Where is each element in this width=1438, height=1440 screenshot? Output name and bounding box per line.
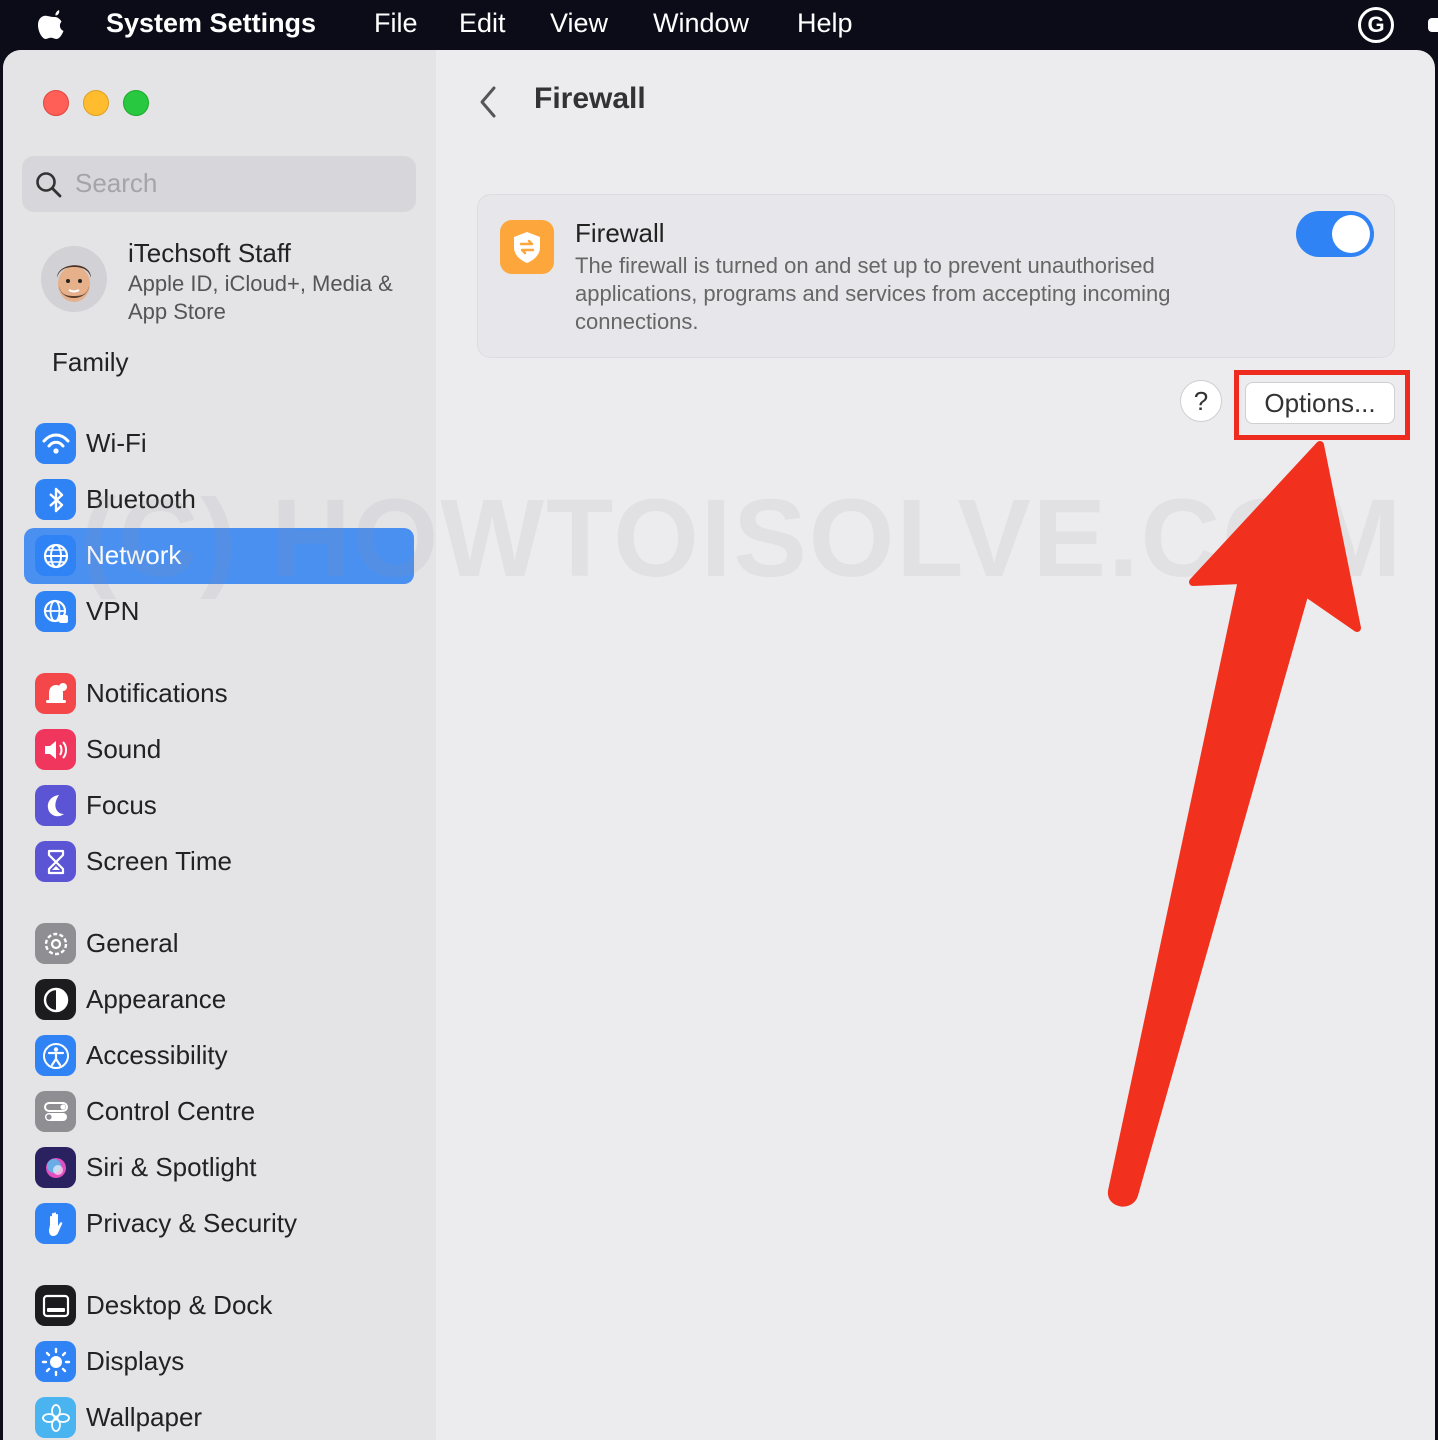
sidebar-item-desktop-dock[interactable]: Desktop & Dock <box>24 1278 414 1334</box>
appearance-icon <box>35 979 76 1020</box>
sidebar-item-siri[interactable]: Siri & Spotlight <box>24 1140 414 1196</box>
sidebar-item-bluetooth[interactable]: Bluetooth <box>24 472 414 528</box>
sidebar-item-label: Accessibility <box>86 1040 228 1070</box>
search-placeholder: Search <box>75 168 158 198</box>
sidebar-item-label: Bluetooth <box>86 484 196 514</box>
flower-icon <box>35 1397 76 1438</box>
menu-edit[interactable]: Edit <box>459 8 506 39</box>
menu-help[interactable]: Help <box>797 8 853 39</box>
vpn-globe-icon <box>35 591 76 632</box>
siri-icon <box>35 1147 76 1188</box>
accessibility-icon <box>35 1035 76 1076</box>
sidebar-item-displays[interactable]: Displays <box>24 1334 414 1390</box>
sidebar-item-label: General <box>86 928 179 958</box>
sidebar-item-general[interactable]: General <box>24 916 414 972</box>
firewall-card-title: Firewall <box>575 218 665 248</box>
sidebar-item-accessibility[interactable]: Accessibility <box>24 1028 414 1084</box>
page-title: Firewall <box>534 82 646 115</box>
firewall-toggle[interactable] <box>1296 211 1374 257</box>
search-field[interactable]: Search <box>22 156 416 212</box>
sidebar: Search iTechsoft Staff Apple ID, iCloud+… <box>3 50 436 1440</box>
sidebar-item-family[interactable]: Family <box>52 347 129 378</box>
settings-window: Search iTechsoft Staff Apple ID, iCloud+… <box>3 50 1435 1440</box>
sidebar-item-vpn[interactable]: VPN <box>24 584 414 640</box>
toggle-knob <box>1332 215 1370 253</box>
grammarly-icon[interactable]: G <box>1358 7 1394 43</box>
search-icon <box>36 172 62 198</box>
menu-bar: System Settings File Edit View Window He… <box>0 0 1438 50</box>
sidebar-item-label: VPN <box>86 596 140 626</box>
wifi-icon <box>35 423 76 464</box>
gear-icon <box>35 923 76 964</box>
sidebar-item-label: Wallpaper <box>86 1402 203 1432</box>
sidebar-item-label: Appearance <box>86 984 227 1014</box>
memoji-icon <box>57 265 91 302</box>
firewall-description: The firewall is turned on and set up to … <box>575 253 1171 334</box>
sidebar-item-label: Sound <box>86 734 162 764</box>
sidebar-item-label: Network <box>86 540 182 570</box>
bell-icon <box>35 673 76 714</box>
sidebar-item-label: Wi-Fi <box>86 428 147 458</box>
sun-icon <box>35 1341 76 1382</box>
minimize-window-button[interactable] <box>83 90 109 116</box>
zoom-window-button[interactable] <box>123 90 149 116</box>
firewall-shield-icon <box>500 220 554 274</box>
sidebar-item-privacy-security[interactable]: Privacy & Security <box>24 1196 414 1252</box>
sidebar-item-wallpaper[interactable]: Wallpaper <box>24 1390 414 1440</box>
moon-icon <box>35 785 76 826</box>
menu-app-name[interactable]: System Settings <box>106 8 316 39</box>
account-subtitle: Apple ID, iCloud+, Media & App Store <box>128 271 393 324</box>
sidebar-item-label: Focus <box>86 790 157 820</box>
sidebar-item-label: Desktop & Dock <box>86 1290 273 1320</box>
sidebar-item-screen-time[interactable]: Screen Time <box>24 834 414 890</box>
firewall-card: Firewall The firewall is turned on and s… <box>477 194 1395 358</box>
globe-icon <box>35 535 76 576</box>
annotation-highlight-box <box>1234 370 1410 440</box>
sidebar-item-label: Notifications <box>86 678 228 708</box>
apple-logo-icon[interactable] <box>36 6 70 42</box>
help-button[interactable]: ? <box>1180 380 1222 422</box>
bluetooth-icon <box>35 479 76 520</box>
close-window-button[interactable] <box>43 90 69 116</box>
dock-icon <box>35 1285 76 1326</box>
menu-file[interactable]: File <box>374 8 418 39</box>
sidebar-item-sound[interactable]: Sound <box>24 722 414 778</box>
control-centre-icon <box>35 1091 76 1132</box>
avatar[interactable] <box>41 246 107 312</box>
sidebar-item-focus[interactable]: Focus <box>24 778 414 834</box>
menu-window[interactable]: Window <box>653 8 749 39</box>
hand-icon <box>35 1203 76 1244</box>
back-chevron-icon[interactable] <box>473 82 503 122</box>
sidebar-item-label: Screen Time <box>86 846 232 876</box>
sidebar-item-control-centre[interactable]: Control Centre <box>24 1084 414 1140</box>
status-item-icon[interactable] <box>1428 18 1438 32</box>
sidebar-item-wifi[interactable]: Wi-Fi <box>24 416 414 472</box>
hourglass-icon <box>35 841 76 882</box>
menu-view[interactable]: View <box>550 8 608 39</box>
sidebar-item-label: Control Centre <box>86 1096 256 1126</box>
sidebar-item-notifications[interactable]: Notifications <box>24 666 414 722</box>
sidebar-item-network[interactable]: Network <box>24 528 414 584</box>
sidebar-item-label: Privacy & Security <box>86 1208 297 1238</box>
sidebar-item-label: Displays <box>86 1346 185 1376</box>
speaker-icon <box>35 729 76 770</box>
sidebar-item-appearance[interactable]: Appearance <box>24 972 414 1028</box>
account-name[interactable]: iTechsoft Staff <box>128 238 291 269</box>
sidebar-item-label: Siri & Spotlight <box>86 1152 257 1182</box>
